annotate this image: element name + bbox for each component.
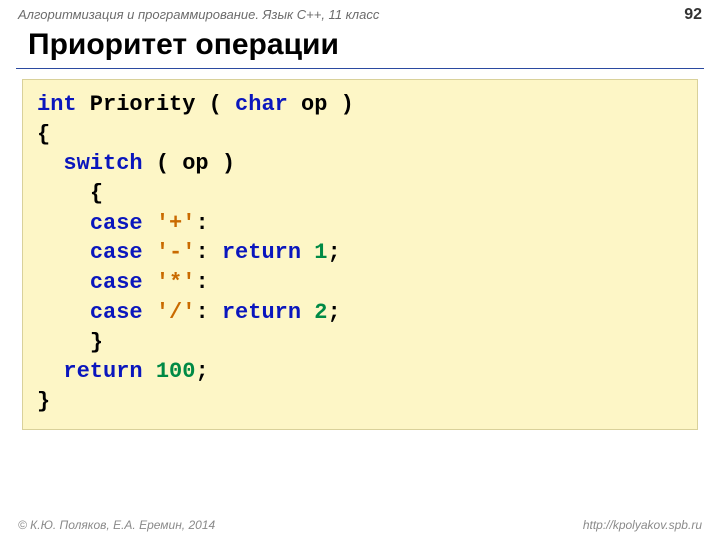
semicolon: ; xyxy=(195,359,208,384)
keyword-case: case xyxy=(90,211,156,236)
keyword-case: case xyxy=(90,270,156,295)
colon: : xyxy=(195,211,208,236)
semicolon: ; xyxy=(327,300,340,325)
brace-close: } xyxy=(90,330,103,355)
source-link[interactable]: http://kpolyakov.spb.ru xyxy=(583,518,702,532)
code-line: case '*': xyxy=(37,268,683,298)
keyword-return: return xyxy=(222,240,301,265)
fn-tail: op ) xyxy=(288,92,354,117)
literal-plus: '+' xyxy=(156,211,196,236)
indent xyxy=(37,300,90,325)
space xyxy=(143,359,156,384)
indent xyxy=(37,270,90,295)
page-number: 92 xyxy=(684,6,702,24)
indent xyxy=(37,181,90,206)
colon: : xyxy=(195,270,208,295)
code-line: return 100; xyxy=(37,357,683,387)
keyword-int: int xyxy=(37,92,77,117)
code-line: switch ( op ) xyxy=(37,149,683,179)
code-line: case '/': return 2; xyxy=(37,298,683,328)
number-1: 1 xyxy=(314,240,327,265)
keyword-switch: switch xyxy=(63,151,142,176)
keyword-char: char xyxy=(235,92,288,117)
keyword-return: return xyxy=(63,359,142,384)
literal-star: '*' xyxy=(156,270,196,295)
code-line: } xyxy=(37,387,683,417)
indent xyxy=(37,359,63,384)
footer: © К.Ю. Поляков, Е.А. Еремин, 2014 http:/… xyxy=(0,518,720,532)
keyword-return: return xyxy=(222,300,301,325)
colon: : xyxy=(195,240,221,265)
code-line: { xyxy=(37,120,683,150)
code-line: case '+': xyxy=(37,209,683,239)
topbar: Алгоритмизация и программирование. Язык … xyxy=(0,0,720,26)
space xyxy=(301,240,314,265)
indent xyxy=(37,330,90,355)
divider xyxy=(16,68,704,69)
space xyxy=(301,300,314,325)
code-line: } xyxy=(37,328,683,358)
code-block: int Priority ( char op ) { switch ( op )… xyxy=(22,79,698,430)
keyword-case: case xyxy=(90,240,156,265)
indent xyxy=(37,151,63,176)
switch-tail: ( op ) xyxy=(143,151,235,176)
code-line: case '-': return 1; xyxy=(37,238,683,268)
indent xyxy=(37,211,90,236)
literal-minus: '-' xyxy=(156,240,196,265)
colon: : xyxy=(195,300,221,325)
code-line: { xyxy=(37,179,683,209)
page-title: Приоритет операции xyxy=(0,26,720,68)
keyword-case: case xyxy=(90,300,156,325)
number-100: 100 xyxy=(156,359,196,384)
fn-name: Priority ( xyxy=(77,92,235,117)
code-line: int Priority ( char op ) xyxy=(37,90,683,120)
number-2: 2 xyxy=(314,300,327,325)
literal-slash: '/' xyxy=(156,300,196,325)
indent xyxy=(37,240,90,265)
brace-open: { xyxy=(90,181,103,206)
copyright: © К.Ю. Поляков, Е.А. Еремин, 2014 xyxy=(18,518,215,532)
breadcrumb: Алгоритмизация и программирование. Язык … xyxy=(18,7,379,22)
slide: Алгоритмизация и программирование. Язык … xyxy=(0,0,720,540)
semicolon: ; xyxy=(327,240,340,265)
